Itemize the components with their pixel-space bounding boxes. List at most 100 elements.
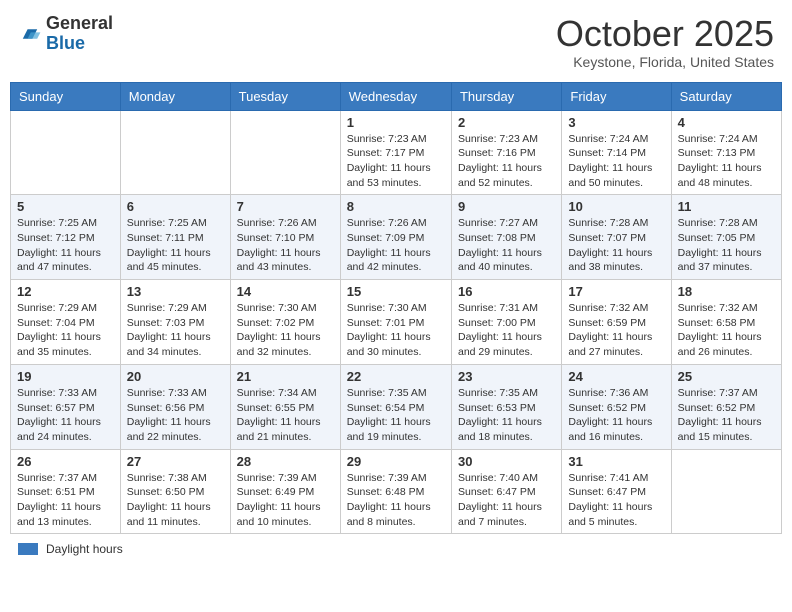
calendar-cell: 11 Sunrise: 7:28 AM Sunset: 7:05 PM Dayli… — [671, 195, 781, 280]
calendar-cell: 5 Sunrise: 7:25 AM Sunset: 7:12 PM Daylig… — [11, 195, 121, 280]
weekday-header: Tuesday — [230, 82, 340, 110]
calendar-cell: 13 Sunrise: 7:29 AM Sunset: 7:03 PM Dayli… — [120, 280, 230, 365]
calendar-cell: 2 Sunrise: 7:23 AM Sunset: 7:16 PM Daylig… — [451, 110, 561, 195]
calendar-cell: 18 Sunrise: 7:32 AM Sunset: 6:58 PM Dayli… — [671, 280, 781, 365]
calendar-cell: 14 Sunrise: 7:30 AM Sunset: 7:02 PM Dayli… — [230, 280, 340, 365]
day-number: 26 — [17, 454, 114, 469]
calendar-table: SundayMondayTuesdayWednesdayThursdayFrid… — [10, 82, 782, 535]
day-number: 18 — [678, 284, 775, 299]
day-number: 7 — [237, 199, 334, 214]
calendar-cell — [230, 110, 340, 195]
weekday-header: Monday — [120, 82, 230, 110]
cell-info: Sunrise: 7:37 AM Sunset: 6:52 PM Dayligh… — [678, 386, 775, 445]
day-number: 25 — [678, 369, 775, 384]
cell-info: Sunrise: 7:30 AM Sunset: 7:01 PM Dayligh… — [347, 301, 445, 360]
cell-info: Sunrise: 7:34 AM Sunset: 6:55 PM Dayligh… — [237, 386, 334, 445]
calendar-cell: 29Sunrise: 7:39 AM Sunset: 6:48 PM Dayli… — [340, 449, 451, 534]
day-number: 8 — [347, 199, 445, 214]
day-number: 24 — [568, 369, 664, 384]
cell-info: Sunrise: 7:32 AM Sunset: 6:59 PM Dayligh… — [568, 301, 664, 360]
calendar-cell: 31Sunrise: 7:41 AM Sunset: 6:47 PM Dayli… — [562, 449, 671, 534]
calendar-cell: 24Sunrise: 7:36 AM Sunset: 6:52 PM Dayli… — [562, 364, 671, 449]
day-number: 23 — [458, 369, 555, 384]
calendar-cell: 9 Sunrise: 7:27 AM Sunset: 7:08 PM Daylig… — [451, 195, 561, 280]
month-title: October 2025 — [556, 14, 774, 54]
cell-info: Sunrise: 7:26 AM Sunset: 7:09 PM Dayligh… — [347, 216, 445, 275]
day-number: 4 — [678, 115, 775, 130]
calendar-cell: 16Sunrise: 7:31 AM Sunset: 7:00 PM Dayli… — [451, 280, 561, 365]
calendar-cell: 1 Sunrise: 7:23 AM Sunset: 7:17 PM Daylig… — [340, 110, 451, 195]
day-number: 16 — [458, 284, 555, 299]
legend-label: Daylight hours — [46, 542, 123, 556]
cell-info: Sunrise: 7:27 AM Sunset: 7:08 PM Dayligh… — [458, 216, 555, 275]
day-number: 2 — [458, 115, 555, 130]
cell-info: Sunrise: 7:32 AM Sunset: 6:58 PM Dayligh… — [678, 301, 775, 360]
day-number: 29 — [347, 454, 445, 469]
calendar-cell: 25 Sunrise: 7:37 AM Sunset: 6:52 PM Dayli… — [671, 364, 781, 449]
day-number: 15 — [347, 284, 445, 299]
day-number: 6 — [127, 199, 224, 214]
logo: General Blue — [18, 14, 113, 54]
day-number: 20 — [127, 369, 224, 384]
cell-info: Sunrise: 7:29 AM Sunset: 7:03 PM Dayligh… — [127, 301, 224, 360]
calendar-cell: 7 Sunrise: 7:26 AM Sunset: 7:10 PM Daylig… — [230, 195, 340, 280]
weekday-header: Wednesday — [340, 82, 451, 110]
calendar-cell: 10Sunrise: 7:28 AM Sunset: 7:07 PM Dayli… — [562, 195, 671, 280]
page-header: General Blue October 2025 Keystone, Flor… — [10, 10, 782, 74]
weekday-header: Thursday — [451, 82, 561, 110]
cell-info: Sunrise: 7:40 AM Sunset: 6:47 PM Dayligh… — [458, 471, 555, 530]
cell-info: Sunrise: 7:33 AM Sunset: 6:56 PM Dayligh… — [127, 386, 224, 445]
legend-color — [18, 543, 38, 555]
cell-info: Sunrise: 7:33 AM Sunset: 6:57 PM Dayligh… — [17, 386, 114, 445]
day-number: 3 — [568, 115, 664, 130]
calendar-cell: 26 Sunrise: 7:37 AM Sunset: 6:51 PM Dayli… — [11, 449, 121, 534]
day-number: 28 — [237, 454, 334, 469]
calendar-cell: 6 Sunrise: 7:25 AM Sunset: 7:11 PM Daylig… — [120, 195, 230, 280]
calendar-cell: 15 Sunrise: 7:30 AM Sunset: 7:01 PM Dayli… — [340, 280, 451, 365]
cell-info: Sunrise: 7:23 AM Sunset: 7:17 PM Dayligh… — [347, 132, 445, 191]
calendar-cell: 12Sunrise: 7:29 AM Sunset: 7:04 PM Dayli… — [11, 280, 121, 365]
day-number: 19 — [17, 369, 114, 384]
day-number: 11 — [678, 199, 775, 214]
day-number: 17 — [568, 284, 664, 299]
day-number: 22 — [347, 369, 445, 384]
cell-info: Sunrise: 7:37 AM Sunset: 6:51 PM Dayligh… — [17, 471, 114, 530]
cell-info: Sunrise: 7:25 AM Sunset: 7:12 PM Dayligh… — [17, 216, 114, 275]
cell-info: Sunrise: 7:23 AM Sunset: 7:16 PM Dayligh… — [458, 132, 555, 191]
weekday-header: Friday — [562, 82, 671, 110]
calendar-cell: 21 Sunrise: 7:34 AM Sunset: 6:55 PM Dayli… — [230, 364, 340, 449]
cell-info: Sunrise: 7:28 AM Sunset: 7:05 PM Dayligh… — [678, 216, 775, 275]
cell-info: Sunrise: 7:35 AM Sunset: 6:53 PM Dayligh… — [458, 386, 555, 445]
legend: Daylight hours — [10, 542, 782, 556]
day-number: 14 — [237, 284, 334, 299]
cell-info: Sunrise: 7:24 AM Sunset: 7:14 PM Dayligh… — [568, 132, 664, 191]
cell-info: Sunrise: 7:30 AM Sunset: 7:02 PM Dayligh… — [237, 301, 334, 360]
logo-blue: Blue — [46, 34, 113, 54]
calendar-cell: 17 Sunrise: 7:32 AM Sunset: 6:59 PM Dayli… — [562, 280, 671, 365]
calendar-cell — [120, 110, 230, 195]
title-section: October 2025 Keystone, Florida, United S… — [556, 14, 774, 70]
calendar-cell — [671, 449, 781, 534]
day-number: 31 — [568, 454, 664, 469]
day-number: 9 — [458, 199, 555, 214]
calendar-cell — [11, 110, 121, 195]
weekday-header: Sunday — [11, 82, 121, 110]
location: Keystone, Florida, United States — [556, 54, 774, 70]
cell-info: Sunrise: 7:26 AM Sunset: 7:10 PM Dayligh… — [237, 216, 334, 275]
day-number: 5 — [17, 199, 114, 214]
calendar-cell: 28Sunrise: 7:39 AM Sunset: 6:49 PM Dayli… — [230, 449, 340, 534]
day-number: 13 — [127, 284, 224, 299]
calendar-cell: 27Sunrise: 7:38 AM Sunset: 6:50 PM Dayli… — [120, 449, 230, 534]
cell-info: Sunrise: 7:24 AM Sunset: 7:13 PM Dayligh… — [678, 132, 775, 191]
day-number: 21 — [237, 369, 334, 384]
cell-info: Sunrise: 7:35 AM Sunset: 6:54 PM Dayligh… — [347, 386, 445, 445]
day-number: 1 — [347, 115, 445, 130]
calendar-cell: 19 Sunrise: 7:33 AM Sunset: 6:57 PM Dayli… — [11, 364, 121, 449]
day-number: 27 — [127, 454, 224, 469]
weekday-header: Saturday — [671, 82, 781, 110]
cell-info: Sunrise: 7:25 AM Sunset: 7:11 PM Dayligh… — [127, 216, 224, 275]
day-number: 12 — [17, 284, 114, 299]
calendar-cell: 23 Sunrise: 7:35 AM Sunset: 6:53 PM Dayli… — [451, 364, 561, 449]
calendar-cell: 22 Sunrise: 7:35 AM Sunset: 6:54 PM Dayli… — [340, 364, 451, 449]
cell-info: Sunrise: 7:28 AM Sunset: 7:07 PM Dayligh… — [568, 216, 664, 275]
